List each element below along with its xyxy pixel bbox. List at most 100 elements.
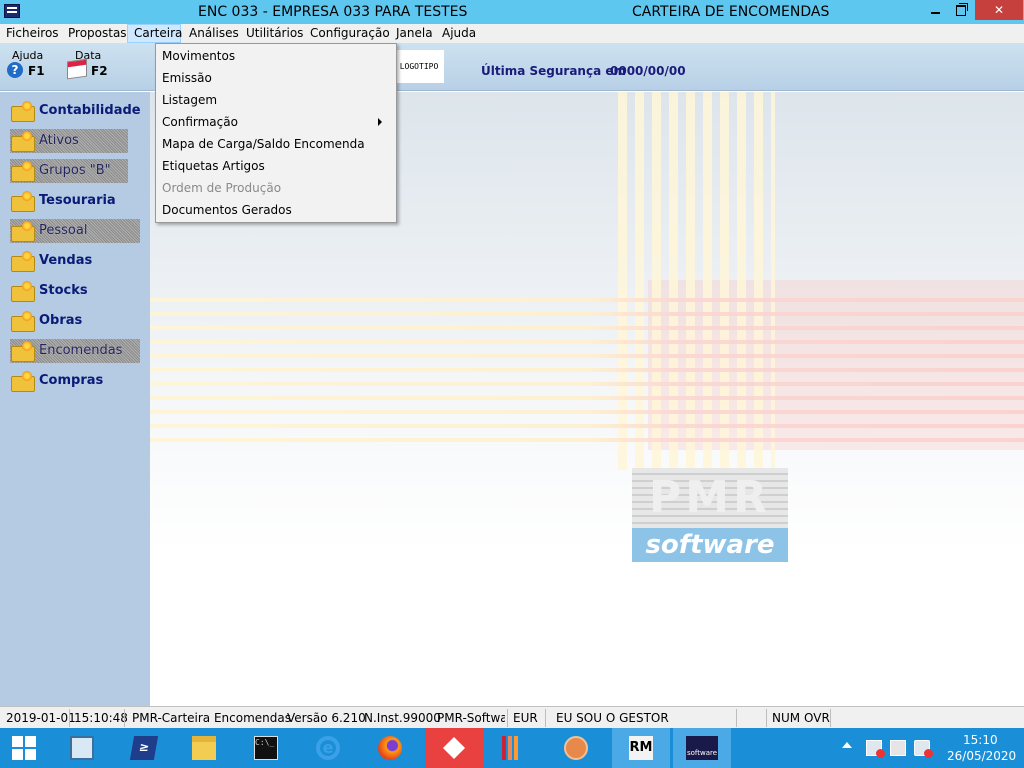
taskbar-file-explorer[interactable]	[180, 728, 228, 768]
date-key[interactable]: F2	[91, 64, 108, 78]
pmr-logo-tagline: software	[632, 528, 788, 562]
folder-icon	[10, 101, 35, 122]
status-num-lock: NUM	[772, 711, 801, 725]
taskbar-rm-app[interactable]: RM	[612, 728, 670, 768]
menu-carteira-highlight[interactable]: Carteira	[127, 24, 182, 43]
volume-icon[interactable]	[914, 740, 933, 758]
folder-icon	[10, 251, 35, 272]
background-stripe	[150, 396, 1024, 400]
taskbar-anydesk[interactable]	[425, 728, 483, 768]
status-bar: 2019-01-01 15:10:48 PMR-Carteira Encomen…	[0, 706, 1024, 728]
help-label[interactable]: Ajuda	[12, 49, 43, 62]
menu-janela[interactable]: Janela	[396, 26, 433, 40]
background-stripe	[150, 438, 1024, 442]
background-stripe	[150, 368, 1024, 372]
status-user: EU SOU O GESTOR	[556, 711, 669, 725]
taskbar-internet-explorer[interactable]: e	[304, 728, 352, 768]
help-key[interactable]: F1	[28, 64, 45, 78]
folder-icon	[10, 221, 35, 242]
taskbar-firefox[interactable]	[366, 728, 414, 768]
background-stripe	[150, 326, 1024, 330]
calendar-icon[interactable]	[67, 58, 87, 80]
anydesk-icon	[442, 736, 466, 760]
menu-configuracao[interactable]: Configuração	[310, 26, 390, 40]
title-bar[interactable]: ENC 033 - EMPRESA 033 PARA TESTES CARTEI…	[0, 0, 1024, 24]
status-module: PMR-Carteira Encomendas	[132, 711, 291, 725]
menu-item-confirmacao-label: Confirmação	[162, 115, 238, 129]
menu-item-documentos-gerados[interactable]: Documentos Gerados	[162, 199, 390, 221]
action-center-icon[interactable]	[890, 740, 906, 756]
menu-item-confirmacao[interactable]: Confirmação	[162, 111, 390, 133]
module-pessoal: Pessoal	[10, 219, 140, 243]
help-icon[interactable]: ?	[7, 62, 23, 78]
folder-icon	[192, 736, 216, 760]
taskbar-pmr-software[interactable]: software	[673, 728, 731, 768]
pmr-logo-brand: PMR	[649, 472, 771, 523]
folder-icon	[10, 161, 35, 182]
firefox-icon	[378, 736, 402, 760]
menu-utilitarios[interactable]: Utilitários	[246, 26, 303, 40]
taskbar-powershell[interactable]: ≥	[120, 728, 168, 768]
background-stripe	[150, 424, 1024, 428]
close-button[interactable]: ✕	[975, 0, 1023, 20]
menu-propostas[interactable]: Propostas	[68, 26, 127, 40]
last-backup-label: Última Segurança em	[481, 64, 626, 78]
taskbar-pmr-app[interactable]	[490, 728, 538, 768]
folder-icon	[10, 341, 35, 362]
status-installation: N.Inst.99000	[364, 711, 441, 725]
folder-icon	[10, 131, 35, 152]
clock-date[interactable]: 26/05/2020	[947, 749, 1016, 763]
menu-item-mapa-carga[interactable]: Mapa de Carga/Saldo Encomenda	[162, 133, 390, 155]
start-button[interactable]	[0, 728, 48, 768]
powershell-icon: ≥	[129, 736, 159, 760]
internet-explorer-icon: e	[316, 736, 340, 760]
compass-icon	[564, 736, 588, 760]
status-date: 2019-01-01	[6, 711, 76, 725]
menu-ficheiros[interactable]: Ficheiros	[6, 26, 59, 40]
background-stripe	[150, 340, 1024, 344]
background-stripe	[150, 382, 1024, 386]
taskbar-command-prompt[interactable]: C:\_	[242, 728, 290, 768]
background-stripe	[150, 354, 1024, 358]
server-manager-icon	[70, 736, 94, 760]
network-icon[interactable]	[866, 740, 885, 758]
menu-carteira[interactable]: Carteira	[134, 26, 182, 40]
company-logo-placeholder: LOGOTIPO	[394, 50, 444, 83]
taskbar-compass-app[interactable]	[552, 728, 600, 768]
status-currency: EUR	[513, 711, 538, 725]
menu-item-ordem-producao: Ordem de Produção	[162, 181, 282, 195]
minimize-button[interactable]	[922, 0, 948, 20]
menu-ajuda[interactable]: Ajuda	[442, 26, 476, 40]
module-encomendas: Encomendas	[10, 339, 140, 363]
menu-analises[interactable]: Análises	[189, 26, 239, 40]
background-stripe	[150, 298, 1024, 302]
app-icon[interactable]	[4, 4, 20, 18]
windows-logo-icon	[12, 736, 36, 760]
restore-button[interactable]	[948, 0, 974, 20]
carteira-dropdown-menu: Movimentos Emissão Listagem Confirmação …	[155, 43, 397, 223]
show-hidden-icons-chevron-icon[interactable]	[842, 742, 852, 748]
submenu-arrow-icon	[378, 118, 382, 126]
module-sidebar: Contabilidade Ativos Grupos "B" Tesourar…	[0, 92, 150, 706]
folder-icon	[10, 281, 35, 302]
pmr-stripes-icon	[502, 736, 526, 760]
pmr-software-logo: PMR software	[632, 468, 788, 562]
menu-item-movimentos[interactable]: Movimentos	[162, 45, 390, 67]
cmd-icon: C:\_	[254, 736, 278, 760]
last-backup-date: 0000/00/00	[610, 64, 686, 78]
background-stripe	[150, 410, 1024, 414]
menu-item-etiquetas-artigos[interactable]: Etiquetas Artigos	[162, 155, 390, 177]
menu-item-listagem[interactable]: Listagem	[162, 89, 390, 111]
taskbar-server-manager[interactable]	[58, 728, 106, 768]
clock-time[interactable]: 15:10	[963, 733, 998, 747]
module-grupos-b: Grupos "B"	[10, 159, 128, 183]
status-version: Versão 6.210	[287, 711, 366, 725]
window-title-company: ENC 033 - EMPRESA 033 PARA TESTES	[198, 4, 468, 20]
menu-bar: Ficheiros Propostas Carteira Análises Ut…	[0, 24, 1024, 43]
pmr-software-icon: software	[686, 736, 718, 760]
window-title-module: CARTEIRA DE ENCOMENDAS	[632, 4, 830, 20]
status-time: 15:10:48	[74, 711, 128, 725]
folder-icon	[10, 371, 35, 392]
menu-item-emissao[interactable]: Emissão	[162, 67, 390, 89]
status-vendor: PMR-Softwar	[437, 711, 505, 725]
